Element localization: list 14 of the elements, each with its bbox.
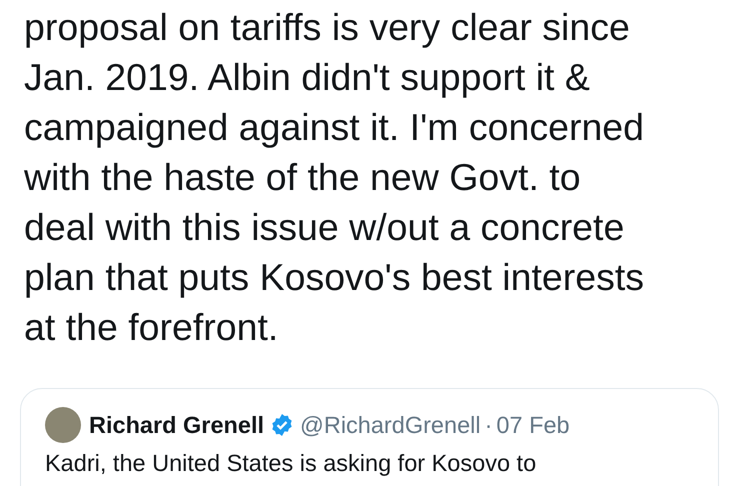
- separator-dot: ·: [484, 412, 492, 438]
- author-name: Richard Grenell: [89, 412, 264, 438]
- tweet-text-line: with the haste of the new Govt. to: [24, 155, 581, 200]
- tweet-text-line: at the forefront.: [24, 305, 278, 350]
- tweet-text-line: plan that puts Kosovo's best interests: [24, 255, 644, 300]
- quoted-tweet-card[interactable]: Richard Grenell @RichardGrenell · 07 Feb Kadri, the United States is asking for Kosovo to: [20, 388, 719, 486]
- avatar: [45, 407, 81, 443]
- quoted-tweet-text: Kadri, the United States is asking for Kosovo to: [45, 450, 538, 477]
- author-handle: @RichardGrenell: [300, 412, 481, 438]
- tweet-text-line: deal with this issue w/out a concrete: [24, 205, 624, 250]
- tweet-date: 07 Feb: [496, 412, 570, 438]
- tweet-text-line: campaigned against it. I'm concerned: [24, 105, 644, 150]
- tweet-text-line: proposal on tariffs is very clear since: [24, 5, 630, 50]
- tweet-text-line: Jan. 2019. Albin didn't support it &: [24, 55, 590, 100]
